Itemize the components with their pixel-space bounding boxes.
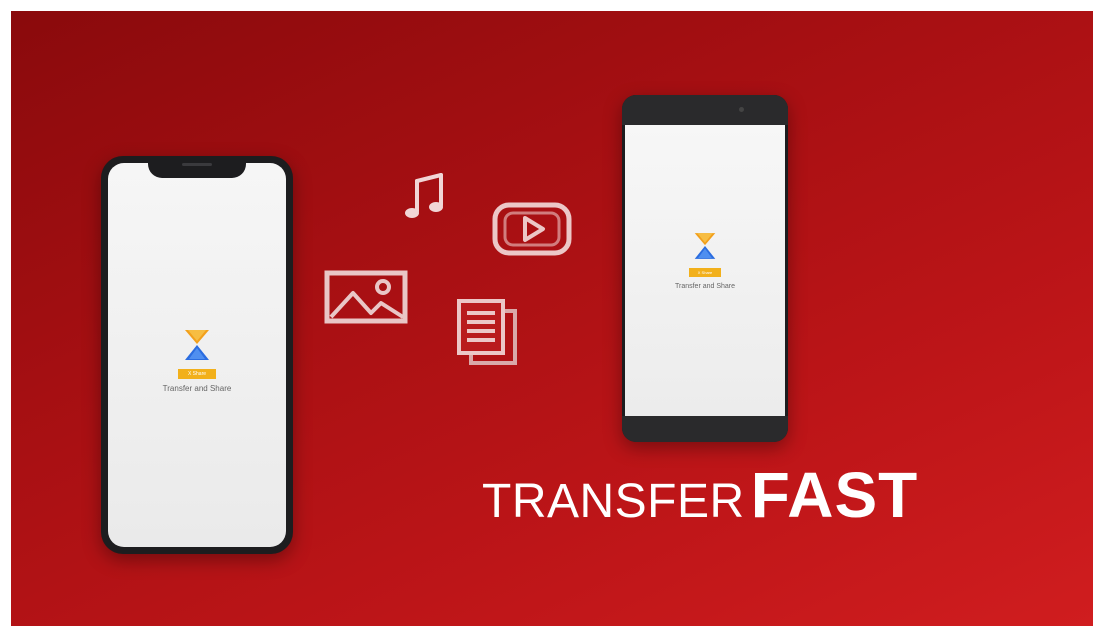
phone-notch (148, 156, 246, 178)
app-name-ribbon: X Share (172, 369, 222, 381)
headline-light: TRANSFER (482, 475, 745, 528)
right-phone: X Share Transfer and Share (622, 95, 788, 442)
app-splash: X Share Transfer and Share (108, 328, 286, 393)
image-icon (324, 270, 408, 324)
headline: TRANSFERFAST (482, 463, 918, 527)
xshare-logo-icon (185, 330, 209, 360)
left-phone: X Share Transfer and Share (101, 156, 293, 554)
app-name-ribbon: X Share (683, 268, 727, 279)
music-note-icon (405, 173, 443, 218)
front-camera (739, 107, 744, 112)
phone-top-bezel (622, 95, 788, 125)
app-splash: X Share Transfer and Share (625, 231, 785, 290)
document-icon (457, 299, 517, 365)
video-play-icon (492, 202, 572, 256)
left-phone-screen: X Share Transfer and Share (108, 163, 286, 547)
right-phone-screen: X Share Transfer and Share (625, 125, 785, 416)
xshare-logo-icon (694, 233, 716, 259)
app-tagline: Transfer and Share (162, 384, 232, 393)
promo-banner: X Share Transfer and Share X Share Trans… (11, 11, 1093, 626)
speaker-grille (182, 163, 212, 166)
app-tagline: Transfer and Share (674, 283, 736, 290)
phone-bottom-bezel (622, 416, 788, 442)
headline-bold: FAST (750, 459, 919, 531)
